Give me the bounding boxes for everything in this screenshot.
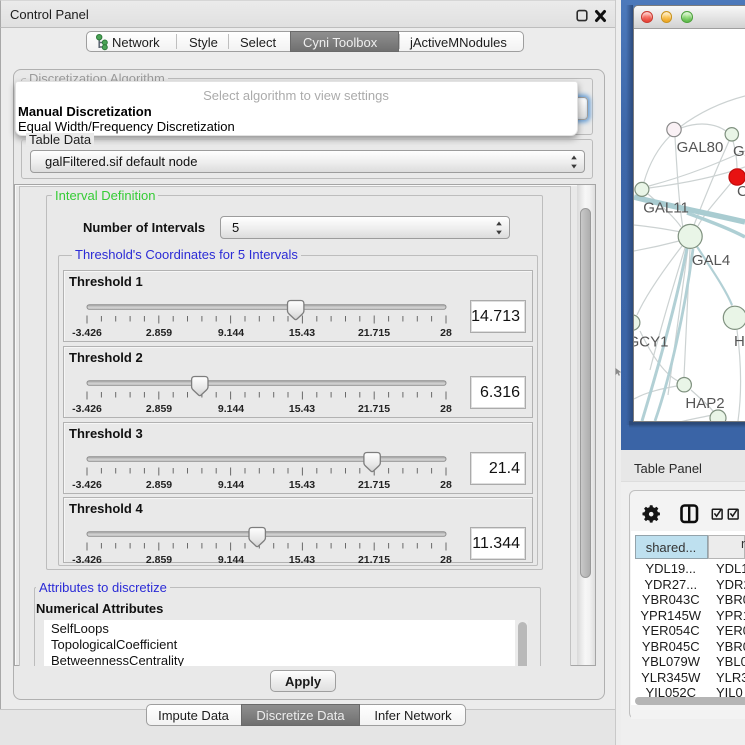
svg-text:GA: GA [733,143,745,160]
svg-text:GAL80: GAL80 [677,139,724,156]
svg-text:HAP2: HAP2 [685,395,724,412]
svg-text:H: H [734,333,745,350]
svg-text:GCY1: GCY1 [634,334,668,351]
svg-text:GAL4: GAL4 [692,252,730,269]
svg-text:C: C [737,183,745,200]
svg-text:GAL11: GAL11 [643,200,689,217]
